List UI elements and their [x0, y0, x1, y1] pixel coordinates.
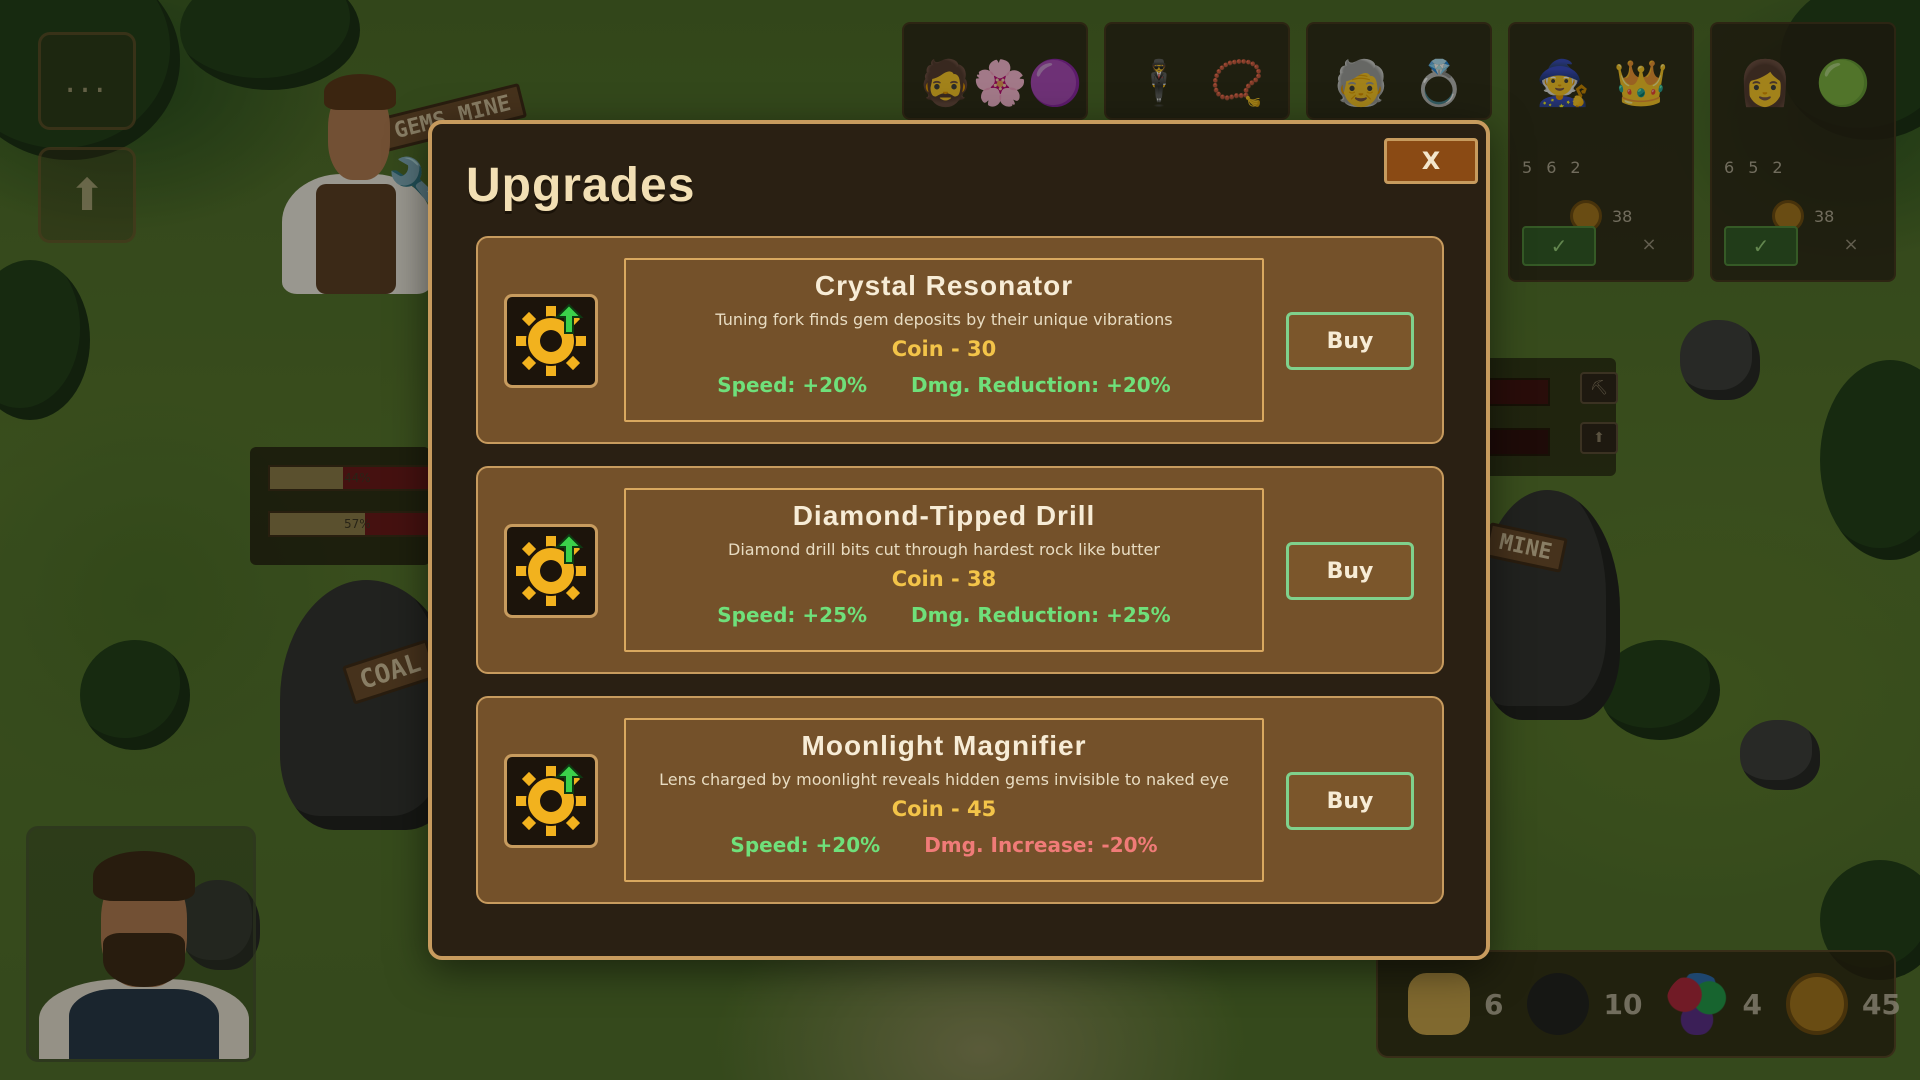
upgrade-row: Diamond-Tipped Drill Diamond drill bits … — [476, 466, 1444, 674]
upgrade-row: Moonlight Magnifier Lens charged by moon… — [476, 696, 1444, 904]
upgrade-info: Diamond-Tipped Drill Diamond drill bits … — [624, 488, 1264, 652]
close-button[interactable]: X — [1384, 138, 1478, 184]
upgrade-name: Diamond-Tipped Drill — [792, 500, 1096, 531]
upgrade-description: Lens charged by moonlight reveals hidden… — [659, 770, 1229, 789]
buy-button[interactable]: Buy — [1286, 772, 1414, 830]
upgrade-stats: Speed: +25% Dmg. Reduction: +25% — [626, 603, 1262, 627]
upgrade-description: Diamond drill bits cut through hardest r… — [728, 540, 1160, 559]
upgrade-cost: Coin - 30 — [891, 337, 997, 361]
gear-svg — [514, 763, 588, 838]
upgrade-row: Crystal Resonator Tuning fork finds gem … — [476, 236, 1444, 444]
upgrade-name: Crystal Resonator — [814, 270, 1074, 301]
speed-stat: Speed: +20% — [730, 833, 881, 857]
gear-upgrade-icon — [504, 524, 598, 618]
damage-stat: Dmg. Reduction: +25% — [911, 603, 1171, 627]
gear-svg — [514, 303, 588, 378]
upgrades-modal: Upgrades X Crystal Resonator Tuning fork… — [428, 120, 1490, 960]
buy-button[interactable]: Buy — [1286, 312, 1414, 370]
speed-stat: Speed: +25% — [717, 603, 868, 627]
upgrade-description: Tuning fork finds gem deposits by their … — [715, 310, 1173, 329]
upgrade-stats: Speed: +20% Dmg. Increase: -20% — [626, 833, 1262, 857]
upgrade-stats: Speed: +20% Dmg. Reduction: +20% — [626, 373, 1262, 397]
upgrade-cost: Coin - 45 — [891, 797, 997, 821]
buy-button[interactable]: Buy — [1286, 542, 1414, 600]
damage-stat: Dmg. Increase: -20% — [924, 833, 1158, 857]
upgrade-info: Crystal Resonator Tuning fork finds gem … — [624, 258, 1264, 422]
gear-upgrade-icon — [504, 294, 598, 388]
gear-svg — [514, 533, 588, 608]
upgrade-name: Moonlight Magnifier — [801, 730, 1087, 761]
upgrade-info: Moonlight Magnifier Lens charged by moon… — [624, 718, 1264, 882]
modal-title: Upgrades — [466, 159, 696, 212]
gear-upgrade-icon — [504, 754, 598, 848]
damage-stat: Dmg. Reduction: +20% — [911, 373, 1171, 397]
upgrade-cost: Coin - 38 — [891, 567, 997, 591]
speed-stat: Speed: +20% — [717, 373, 868, 397]
